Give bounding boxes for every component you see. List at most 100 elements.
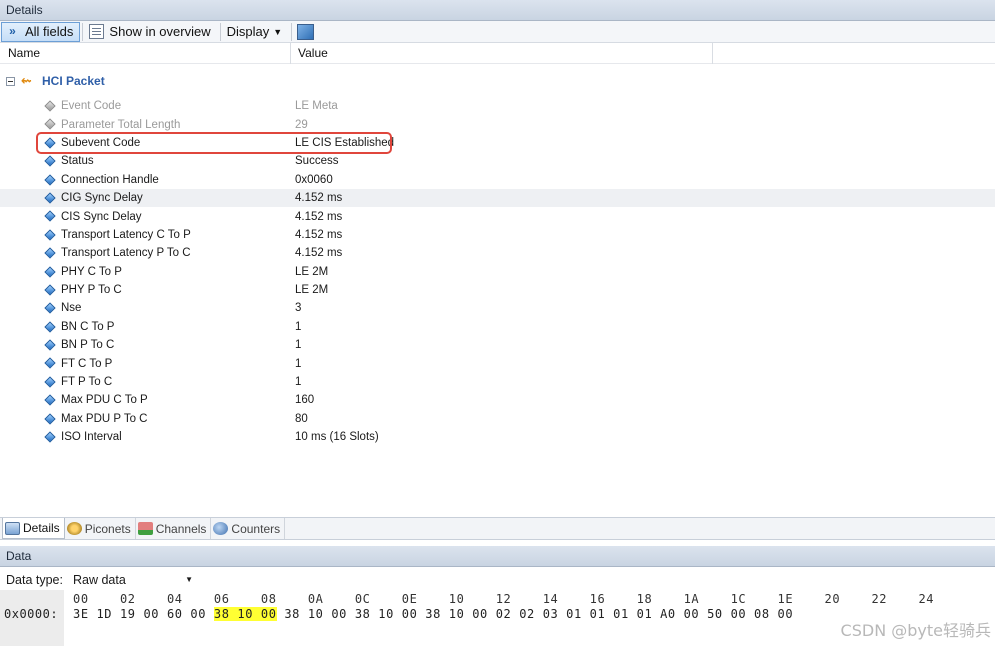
field-row[interactable]: BN C To P 1 <box>0 318 995 336</box>
hex-offset-label: 06 <box>213 592 230 606</box>
hex-byte[interactable]: 00 <box>331 607 347 621</box>
hex-offset-label: 12 <box>495 592 512 606</box>
field-row[interactable]: Nse 3 <box>0 299 995 317</box>
field-row[interactable]: BN P To C 1 <box>0 336 995 354</box>
hex-byte[interactable]: A0 <box>660 607 676 621</box>
hex-offset-label: 18 <box>636 592 653 606</box>
field-diamond-icon <box>44 229 56 241</box>
field-diamond-icon <box>44 431 56 443</box>
tree-root-label: HCI Packet <box>42 74 105 88</box>
field-row[interactable]: FT C To P 1 <box>0 354 995 372</box>
field-row[interactable]: Max PDU P To C 80 <box>0 410 995 428</box>
hex-byte[interactable]: 38 <box>284 607 300 621</box>
hex-byte[interactable]: 10 <box>449 607 465 621</box>
details-toolbar: » All fields Show in overview Display ▼ <box>0 21 995 43</box>
field-value: 1 <box>295 339 302 352</box>
hex-offset-label: 16 <box>589 592 606 606</box>
field-diamond-icon <box>44 192 56 204</box>
column-divider[interactable] <box>712 43 713 64</box>
field-value: 1 <box>295 357 302 370</box>
show-in-overview-button[interactable]: Show in overview <box>85 22 217 42</box>
hex-byte[interactable]: 1D <box>96 607 112 621</box>
tab-details[interactable]: Details <box>2 518 65 539</box>
hex-byte[interactable]: 00 <box>190 607 206 621</box>
hex-byte[interactable]: 3E <box>73 607 89 621</box>
field-diamond-icon <box>44 118 56 131</box>
hex-byte[interactable]: 03 <box>543 607 559 621</box>
field-name: Nse <box>61 302 82 315</box>
tab-counters[interactable]: Counters <box>211 518 286 539</box>
field-diamond-icon <box>44 247 56 259</box>
chevron-down-icon: ▼ <box>185 575 193 584</box>
hex-byte[interactable]: 00 <box>402 607 418 621</box>
hex-byte[interactable]: 00 <box>143 607 159 621</box>
data-panel-title: Data <box>0 546 995 567</box>
field-row[interactable]: Max PDU C To P 160 <box>0 391 995 409</box>
data-type-select[interactable]: Raw data ▼ <box>68 570 197 589</box>
field-row[interactable]: ISO Interval 10 ms (16 Slots) <box>0 428 995 446</box>
display-dropdown-button[interactable]: Display ▼ <box>223 22 290 42</box>
field-value: 0x0060 <box>295 173 333 186</box>
hex-byte[interactable]: 10 <box>308 607 324 621</box>
field-name: Max PDU P To C <box>61 412 148 425</box>
hex-byte[interactable]: 38 <box>213 607 230 621</box>
tree-root-hci-packet[interactable]: ⇜ HCI Packet <box>0 72 105 90</box>
tab-channels[interactable]: Channels <box>136 518 212 539</box>
all-fields-button[interactable]: » All fields <box>1 21 81 42</box>
field-value: 10 ms (16 Slots) <box>295 431 379 444</box>
field-row[interactable]: FT P To C 1 <box>0 373 995 391</box>
hex-byte[interactable]: 00 <box>684 607 700 621</box>
hex-byte[interactable]: 00 <box>731 607 747 621</box>
field-row[interactable]: CIG Sync Delay 4.152 ms <box>0 188 995 208</box>
hex-byte[interactable]: 01 <box>637 607 653 621</box>
hex-byte[interactable]: 01 <box>613 607 629 621</box>
column-divider[interactable] <box>290 43 291 64</box>
hex-bytes-row[interactable]: 3E 1D 19 00 60 00 38 10 00 38 10 00 38 1… <box>73 607 793 621</box>
field-row[interactable]: Status Success <box>0 152 995 170</box>
hex-byte[interactable]: 01 <box>566 607 582 621</box>
field-row[interactable]: PHY C To P LE 2M <box>0 263 995 281</box>
field-name: PHY P To C <box>61 284 122 297</box>
hex-byte[interactable]: 38 <box>425 607 441 621</box>
hex-offset-header: 00 02 04 06 08 0A 0C 0E 10 12 14 16 18 1… <box>73 592 934 606</box>
hex-byte[interactable]: 38 <box>355 607 371 621</box>
hex-byte[interactable]: 10 <box>237 607 254 621</box>
hex-offset-label: 04 <box>166 592 183 606</box>
hex-offset-label: 02 <box>119 592 136 606</box>
hex-byte[interactable]: 10 <box>378 607 394 621</box>
hex-byte[interactable]: 01 <box>590 607 606 621</box>
hex-byte[interactable]: 19 <box>120 607 136 621</box>
field-row[interactable]: CIS Sync Delay 4.152 ms <box>0 207 995 225</box>
collapse-icon[interactable] <box>6 76 15 86</box>
hex-byte[interactable]: 00 <box>778 607 794 621</box>
field-row[interactable]: PHY P To C LE 2M <box>0 281 995 299</box>
field-value: 4.152 ms <box>295 247 343 260</box>
field-row[interactable]: Transport Latency C To P 4.152 ms <box>0 226 995 244</box>
column-header-name[interactable]: Name <box>8 46 40 60</box>
hex-byte[interactable]: 50 <box>707 607 723 621</box>
tab-piconets[interactable]: Piconets <box>65 518 136 539</box>
hex-offset-label: 0C <box>354 592 371 606</box>
hex-byte[interactable]: 08 <box>754 607 770 621</box>
field-diamond-icon <box>44 339 56 351</box>
hex-byte[interactable]: 00 <box>472 607 488 621</box>
hex-byte[interactable]: 60 <box>167 607 183 621</box>
field-diamond-icon <box>44 357 56 370</box>
bottom-tab-bar: Details Piconets Channels Counters <box>0 517 995 540</box>
field-row[interactable]: Transport Latency P To C 4.152 ms <box>0 244 995 262</box>
column-header-value[interactable]: Value <box>298 46 328 60</box>
field-name: Connection Handle <box>61 173 159 186</box>
hex-byte[interactable]: 02 <box>496 607 512 621</box>
all-fields-label: All fields <box>25 24 74 39</box>
field-diamond-icon <box>44 100 56 112</box>
export-icon[interactable] <box>297 23 315 40</box>
tab-label: Details <box>23 521 60 535</box>
counters-icon <box>213 522 229 535</box>
field-diamond-icon <box>44 173 56 186</box>
hex-byte[interactable]: 02 <box>519 607 535 621</box>
double-chevron-down-icon: » <box>9 24 16 38</box>
hex-byte[interactable]: 00 <box>260 607 277 621</box>
hex-offset-label: 0E <box>401 592 418 606</box>
field-row[interactable]: Connection Handle 0x0060 <box>0 171 995 189</box>
field-row[interactable]: Event Code LE Meta <box>0 97 995 115</box>
